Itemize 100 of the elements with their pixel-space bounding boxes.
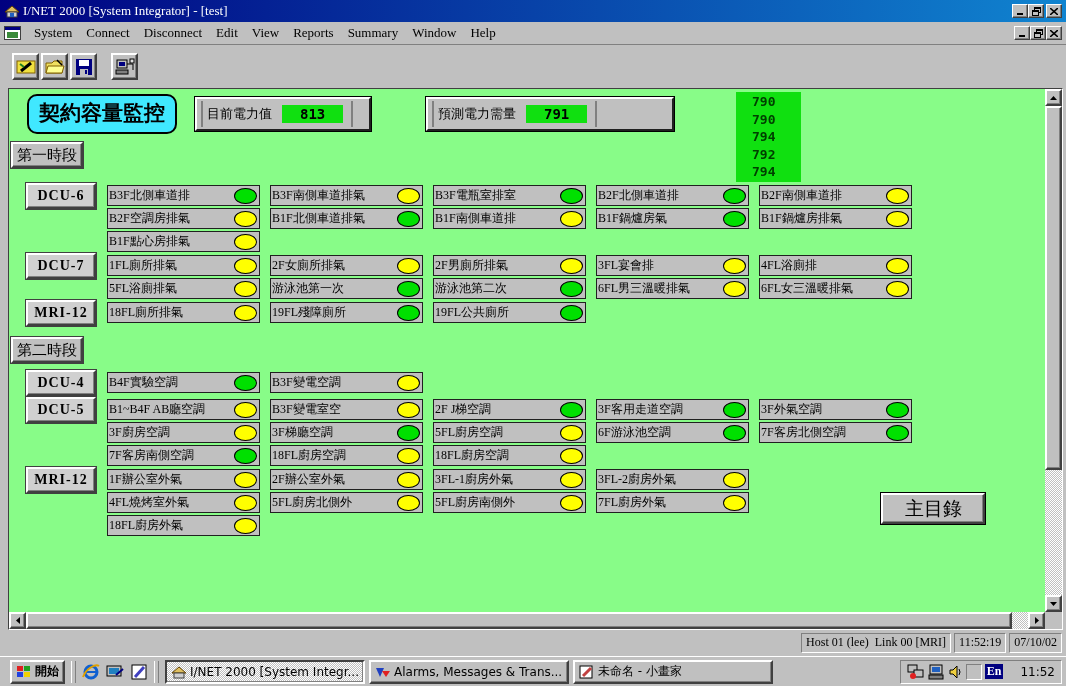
status-point[interactable]: B1F鍋爐房氣 [596,208,749,229]
browser-icon[interactable] [82,662,100,681]
menu-item[interactable]: Summary [340,24,406,42]
status-point[interactable]: B2F南側車道排 [759,185,912,206]
disconnect-button[interactable] [12,53,39,80]
status-point[interactable]: 2F女廁所排氣 [270,255,423,276]
power-label: 目前電力值 [207,105,272,123]
taskbar-button[interactable]: I/NET 2000 [System Integr... [165,659,365,684]
status-point[interactable]: 3F外氣空調 [759,399,912,420]
status-point[interactable]: 6FL男三溫暖排氣 [596,278,749,299]
status-point[interactable]: B3F南側車道排氣 [270,185,423,206]
main-menu-button[interactable]: 主目錄 [881,493,985,524]
computer-icon[interactable] [927,663,946,680]
taskbar-button[interactable]: 未命名 - 小畫家 [573,659,773,684]
status-point[interactable]: 18FL廚房空調 [270,445,423,466]
controller-button[interactable]: MRI-12 [26,300,96,326]
status-point[interactable]: 6F游泳池空調 [596,422,749,443]
status-point[interactable]: 4FL燒烤室外氣 [107,492,260,513]
status-point[interactable]: 2F男廁所排氣 [433,255,586,276]
controller-button[interactable]: DCU-4 [26,370,96,396]
minimize-button[interactable] [1014,26,1030,40]
status-point[interactable]: B3F北側車道排 [107,185,260,206]
status-point[interactable]: B1~B4F AB廳空調 [107,399,260,420]
status-point[interactable]: B1F南側車道排 [433,208,586,229]
blank-tray-icon[interactable] [965,663,982,680]
scrollbar-track[interactable] [1012,612,1028,629]
status-point[interactable]: B3F變電空調 [270,372,423,393]
down-arrow-icon [1050,601,1057,606]
status-point[interactable]: 3F廚房空調 [107,422,260,443]
scroll-right-button[interactable] [1028,612,1045,629]
status-point[interactable]: B1F點心房排氣 [107,231,260,252]
status-point[interactable]: B1F北側車道排氣 [270,208,423,229]
close-button[interactable] [1046,4,1062,18]
close-button[interactable] [1046,26,1062,40]
status-point[interactable]: 5FL廚房南側外 [433,492,586,513]
status-point[interactable]: 19FL公共廁所 [433,302,586,323]
status-point[interactable]: 6FL女三溫暖排氣 [759,278,912,299]
scrollbar-thumb[interactable] [26,612,1012,629]
status-point[interactable]: 18FL廚房空調 [433,445,586,466]
open-button[interactable] [41,53,68,80]
save-button[interactable] [70,53,97,80]
scrollbar-thumb[interactable] [1045,106,1062,470]
speaker-icon[interactable] [948,663,963,680]
status-point[interactable]: 3F梯廳空調 [270,422,423,443]
controller-button[interactable]: DCU-6 [26,183,96,209]
restore-button[interactable] [1028,4,1044,18]
minimize-button[interactable] [1012,4,1028,18]
plug-icon [15,57,36,76]
status-point[interactable]: 2F辦公室外氣 [270,469,423,490]
pencil-icon[interactable] [130,662,148,681]
taskbar-button[interactable]: Alarms, Messages & Trans... [369,659,569,684]
point-label: 18FL廚房外氣 [109,517,183,534]
status-point[interactable]: 5FL廚房空調 [433,422,586,443]
status-point[interactable]: 游泳池第二次 [433,278,586,299]
status-point[interactable]: 18FL廁所排氣 [107,302,260,323]
status-point[interactable]: B2F空調房排氣 [107,208,260,229]
status-point[interactable]: 5FL浴廁排氣 [107,278,260,299]
scroll-left-button[interactable] [9,612,26,629]
status-point[interactable]: 1F辦公室外氣 [107,469,260,490]
network-button[interactable] [111,53,138,80]
status-point[interactable]: B1F鍋爐房排氣 [759,208,912,229]
status-point[interactable]: 5FL廚房北側外 [270,492,423,513]
status-point[interactable]: 7F客房北側空調 [759,422,912,443]
menu-item[interactable]: Disconnect [136,24,210,42]
status-point[interactable]: 7F客房南側空調 [107,445,260,466]
network-icon[interactable] [906,663,925,680]
start-button[interactable]: 開始 [10,659,65,684]
controller-button[interactable]: MRI-12 [26,467,96,493]
status-point[interactable]: B3F變電室空 [270,399,423,420]
scroll-down-button[interactable] [1045,595,1062,612]
controller-button[interactable]: DCU-7 [26,253,96,279]
input-language-indicator[interactable]: En [984,664,1004,679]
period-button[interactable]: 第二時段 [11,337,83,363]
period-button[interactable]: 第一時段 [11,142,83,168]
scroll-up-button[interactable] [1045,89,1062,106]
status-point[interactable]: B3F電瓶室排室 [433,185,586,206]
status-point[interactable]: 7FL廚房外氣 [596,492,749,513]
menu-item[interactable]: Connect [79,24,137,42]
status-point[interactable]: 3F客用走道空調 [596,399,749,420]
status-point[interactable]: 3FL宴會排 [596,255,749,276]
status-point[interactable]: 19FL殘障廁所 [270,302,423,323]
status-point[interactable]: 2F J梯空調 [433,399,586,420]
menu-item[interactable]: System [27,24,80,42]
menu-item[interactable]: Edit [209,24,245,42]
status-point[interactable]: 3FL-2廚房外氣 [596,469,749,490]
status-point[interactable]: 1FL廁所排氣 [107,255,260,276]
restore-button[interactable] [1030,26,1046,40]
menu-item[interactable]: View [244,24,287,42]
menu-item[interactable]: Help [463,24,503,42]
menu-item[interactable]: Window [405,24,464,42]
document-icon[interactable] [4,26,21,40]
status-point[interactable]: 3FL-1廚房外氣 [433,469,586,490]
status-point[interactable]: B2F北側車道排 [596,185,749,206]
controller-button[interactable]: DCU-5 [26,397,96,423]
menu-item[interactable]: Reports [286,24,341,42]
paint-icon [579,664,595,679]
status-point[interactable]: 游泳池第一次 [270,278,423,299]
status-point[interactable]: B4F實驗空調 [107,372,260,393]
status-point[interactable]: 18FL廚房外氣 [107,515,260,536]
status-point[interactable]: 4FL浴廁排 [759,255,912,276]
